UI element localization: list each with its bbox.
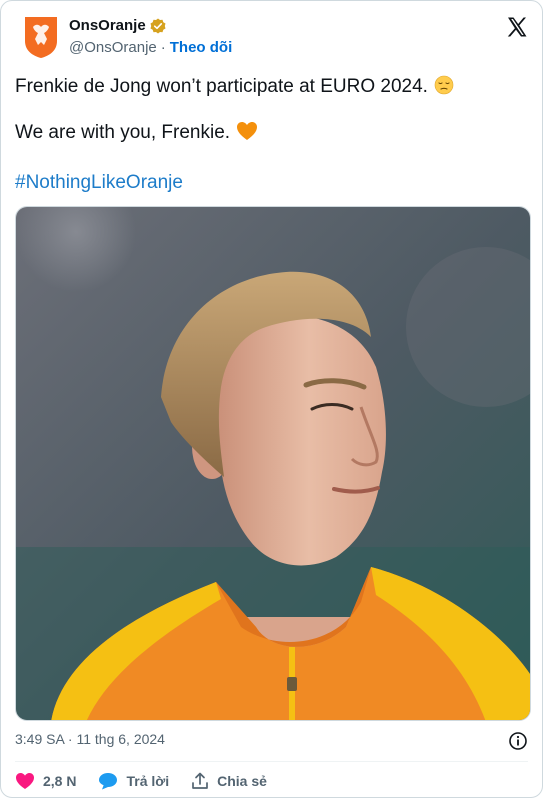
tweet-line-2-text: We are with you, Frenkie. — [15, 122, 231, 143]
tweet-line-2: We are with you, Frenkie. — [15, 121, 258, 145]
avatar[interactable] — [21, 15, 61, 59]
tweet-line-1: Frenkie de Jong won’t participate at EUR… — [15, 75, 454, 99]
reply-bubble-icon — [99, 773, 118, 790]
pensive-face-icon — [434, 75, 454, 95]
follow-button[interactable]: Theo dõi — [170, 39, 233, 56]
tweet-line-1-text: Frenkie de Jong won’t participate at EUR… — [15, 76, 428, 97]
share-label: Chia sẻ — [217, 773, 267, 789]
handle[interactable]: @OnsOranje — [69, 39, 157, 56]
like-button[interactable]: 2,8 N — [15, 772, 76, 790]
like-count: 2,8 N — [43, 773, 77, 789]
tweet-card: OnsOranje @OnsOranje · Theo dõi Frenkie … — [0, 0, 543, 798]
share-icon — [192, 772, 208, 789]
info-icon[interactable] — [508, 731, 528, 751]
tweet-header: OnsOranje @OnsOranje · Theo dõi — [19, 13, 529, 61]
hashtag-link[interactable]: #NothingLikeOranje — [15, 171, 183, 195]
timestamp[interactable]: 3:49 SA · 11 thg 6, 2024 — [15, 731, 165, 747]
reply-label: Trả lời — [126, 773, 170, 789]
orange-heart-icon — [236, 121, 258, 141]
separator-dot: · — [160, 39, 166, 56]
player-portrait-image — [16, 207, 530, 720]
heart-icon — [16, 773, 34, 789]
reply-button[interactable]: Trả lời — [98, 772, 169, 790]
verified-badge-icon — [150, 18, 166, 34]
tweet-photo[interactable] — [15, 206, 531, 721]
divider — [15, 761, 528, 762]
action-bar: 2,8 N Trả lời Chia sẻ — [15, 769, 289, 793]
x-logo-icon[interactable] — [505, 15, 529, 39]
share-button[interactable]: Chia sẻ — [191, 772, 267, 790]
display-name[interactable]: OnsOranje — [69, 17, 146, 34]
